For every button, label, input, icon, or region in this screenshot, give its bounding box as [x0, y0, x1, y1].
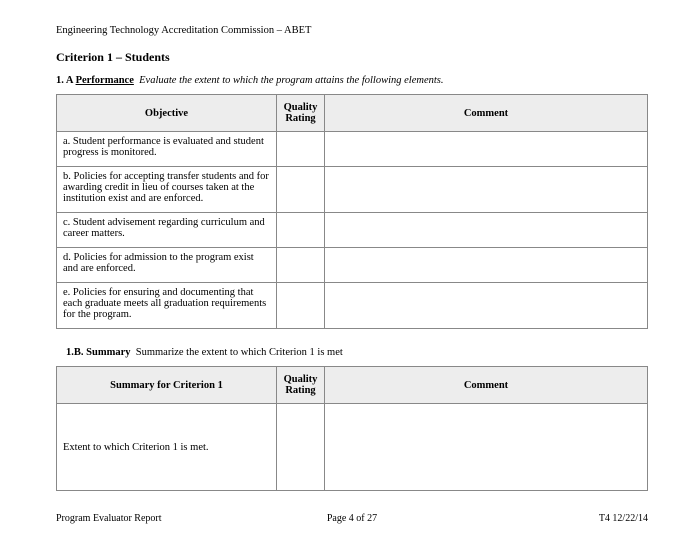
org-header: Engineering Technology Accreditation Com… — [56, 25, 648, 36]
cell-quality[interactable] — [277, 132, 325, 167]
th-comment: Comment — [325, 95, 648, 132]
section-b-name: Summary — [86, 347, 130, 358]
cell-quality[interactable] — [277, 167, 325, 213]
table-row: Extent to which Criterion 1 is met. — [57, 404, 648, 491]
cell-comment[interactable] — [325, 167, 648, 213]
table-row: b. Policies for accepting transfer stude… — [57, 167, 648, 213]
th-quality: Quality Rating — [277, 95, 325, 132]
page: Engineering Technology Accreditation Com… — [0, 0, 700, 540]
table-row: d. Policies for admission to the program… — [57, 248, 648, 283]
cell-quality[interactable] — [277, 213, 325, 248]
cell-quality[interactable] — [277, 248, 325, 283]
cell-comment[interactable] — [325, 213, 648, 248]
table-row: a. Student performance is evaluated and … — [57, 132, 648, 167]
page-footer: Program Evaluator Report Page 4 of 27 T4… — [56, 513, 648, 524]
cell-quality[interactable] — [277, 283, 325, 329]
section-a-prompt: Evaluate the extent to which the program… — [139, 75, 443, 86]
cell-objective: b. Policies for accepting transfer stude… — [57, 167, 277, 213]
cell-objective: c. Student advisement regarding curricul… — [57, 213, 277, 248]
th-objective: Objective — [57, 95, 277, 132]
cell-comment[interactable] — [325, 132, 648, 167]
section-b-label: 1.B. — [66, 347, 84, 358]
table-row: e. Policies for ensuring and documenting… — [57, 283, 648, 329]
th-quality: Quality Rating — [277, 367, 325, 404]
performance-table: Objective Quality Rating Comment a. Stud… — [56, 94, 648, 329]
cell-comment[interactable] — [325, 283, 648, 329]
cell-comment[interactable] — [325, 404, 648, 491]
section-b-head: 1.B. Summary Summarize the extent to whi… — [66, 347, 648, 358]
section-a-head: 1. A Performance Evaluate the extent to … — [56, 75, 648, 86]
table-header-row: Objective Quality Rating Comment — [57, 95, 648, 132]
th-comment: Comment — [325, 367, 648, 404]
section-a-label: 1. A — [56, 75, 73, 86]
footer-center: Page 4 of 27 — [56, 513, 648, 524]
cell-comment[interactable] — [325, 248, 648, 283]
summary-table: Summary for Criterion 1 Quality Rating C… — [56, 366, 648, 491]
table-header-row: Summary for Criterion 1 Quality Rating C… — [57, 367, 648, 404]
criterion-title: Criterion 1 – Students — [56, 50, 648, 65]
cell-summary-text: Extent to which Criterion 1 is met. — [57, 404, 277, 491]
cell-objective: d. Policies for admission to the program… — [57, 248, 277, 283]
table-row: c. Student advisement regarding curricul… — [57, 213, 648, 248]
cell-objective: a. Student performance is evaluated and … — [57, 132, 277, 167]
section-a-name: Performance — [76, 75, 134, 86]
cell-objective: e. Policies for ensuring and documenting… — [57, 283, 277, 329]
section-b-prompt: Summarize the extent to which Criterion … — [136, 347, 343, 358]
cell-quality[interactable] — [277, 404, 325, 491]
th-summary: Summary for Criterion 1 — [57, 367, 277, 404]
